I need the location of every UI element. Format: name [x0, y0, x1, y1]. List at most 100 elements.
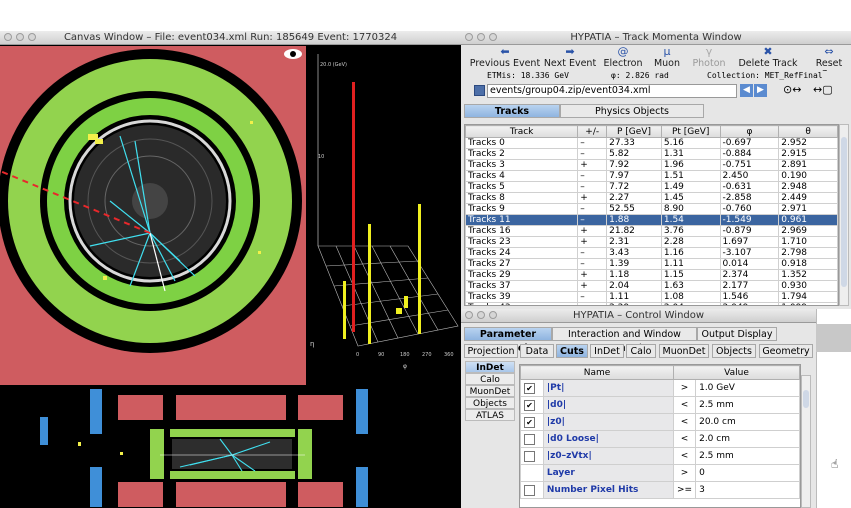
cut-checkbox[interactable] [524, 433, 535, 445]
tab-calo[interactable]: Calo [626, 344, 656, 358]
path-back-button[interactable]: ◀ [740, 84, 753, 97]
cut-value-field[interactable]: 1.0 GeV [695, 379, 800, 397]
tab-interaction-window-control[interactable]: Interaction and Window Control [552, 327, 697, 354]
table-row[interactable]: Tracks 5–7.72 1.49 -0.631 2.948 [465, 181, 838, 193]
col-track[interactable]: Track [465, 125, 579, 138]
window-controls[interactable] [4, 33, 36, 41]
cut-operator[interactable]: < [672, 396, 697, 414]
tab-output-display[interactable]: Output Display [697, 327, 777, 341]
table-row[interactable]: Tracks 16 +21.82 3.76 -0.879 2.969 [465, 225, 838, 237]
cut-operator[interactable]: < [672, 430, 697, 448]
tab-parameter-control[interactable]: Parameter Control [464, 327, 552, 354]
photon-button[interactable]: γ Photon [689, 45, 729, 71]
cuts-scrollbar[interactable] [801, 375, 811, 508]
lego-plot[interactable]: 20.0 (GeV) 10 η 0 90 180 270 360 φ [308, 46, 461, 385]
reset-button[interactable]: ⇔Reset Car [807, 45, 851, 71]
canvas-window-titlebar[interactable]: Canvas Window – File: event034.xml Run: … [0, 31, 461, 45]
side-tab-indet[interactable]: InDet [465, 361, 515, 373]
cut-value-field[interactable]: 2.5 mm [695, 396, 800, 414]
event-side-view[interactable] [0, 387, 461, 508]
tab-cuts[interactable]: Cuts [556, 344, 588, 358]
tab-data[interactable]: Data [520, 344, 554, 358]
tab-geometry[interactable]: Geometry [759, 344, 813, 358]
zoom-window-button[interactable] [489, 33, 497, 41]
zoom-window-button[interactable] [28, 33, 36, 41]
table-row[interactable]: Tracks 0–27.33 5.16 -0.697 2.952 [465, 137, 838, 149]
close-window-button[interactable] [465, 311, 473, 319]
control-window-titlebar[interactable]: HYPATIA – Control Window [461, 309, 816, 323]
path-forward-button[interactable]: ▶ [754, 84, 767, 97]
side-tab-muondet[interactable]: MuonDet [465, 385, 515, 397]
window-controls[interactable] [465, 33, 497, 41]
tab-tracks[interactable]: Tracks [464, 104, 560, 118]
col-theta[interactable]: θ [778, 125, 838, 138]
electron-button[interactable]: @ Electron [599, 45, 647, 71]
minimize-window-button[interactable] [16, 33, 24, 41]
zoom-window-button[interactable] [489, 311, 497, 319]
previous-event-button[interactable]: ⬅ Previous Event [467, 45, 543, 71]
cut-checkbox[interactable]: ✔ [524, 416, 535, 428]
table-row[interactable]: Tracks 9–52.55 8.90 -0.760 2.971 [465, 203, 838, 215]
next-event-button[interactable]: ➡ Next Event [543, 45, 597, 71]
side-tab-atlas[interactable]: ATLAS [465, 409, 515, 421]
cut-checkbox[interactable] [524, 450, 535, 462]
tab-muondet[interactable]: MuonDet [659, 344, 709, 358]
cut-value-field[interactable]: 2.5 mm [695, 447, 800, 465]
cut-operator[interactable]: >= [672, 481, 697, 499]
cut-operator[interactable]: < [672, 413, 697, 431]
table-row[interactable]: Tracks 8 +2.27 1.45 -2.858 2.449 [465, 192, 838, 204]
path-field[interactable]: events/group04.zip/event034.xml [487, 84, 737, 98]
event-end-view[interactable] [0, 46, 306, 385]
col-p[interactable]: P [GeV] [606, 125, 662, 138]
table-row[interactable]: Tracks 24–3.43 1.16 -3.107 2.798 [465, 247, 838, 259]
table-row[interactable]: Tracks 23 +2.31 2.28 1.697 1.710 [465, 236, 838, 248]
col-charge[interactable]: +/- [577, 125, 608, 138]
cut-operator[interactable]: > [672, 464, 697, 482]
tracks-scrollbar[interactable] [839, 124, 849, 306]
col-value[interactable]: Value [673, 365, 800, 380]
cut-operator[interactable]: < [672, 447, 697, 465]
table-row[interactable]: Tracks 3 +7.92 1.96 -0.751 2.891 [465, 159, 838, 171]
tab-projection[interactable]: Projection [464, 344, 518, 358]
calo-deposit [95, 139, 103, 144]
table-cell: – [577, 181, 608, 193]
delete-track-button[interactable]: ✖ Delete Track [737, 45, 799, 71]
cut-checkbox[interactable]: ✔ [524, 399, 535, 411]
table-row[interactable]: Tracks 2–5.82 1.31 -0.884 2.915 [465, 148, 838, 160]
table-row[interactable]: Tracks 4–7.97 1.51 2.450 0.190 [465, 170, 838, 182]
minimize-window-button[interactable] [477, 311, 485, 319]
col-phi[interactable]: φ [719, 125, 780, 138]
zoom-tool-icon[interactable]: ⊙↔ [783, 83, 801, 96]
muon-button[interactable]: μ Muon [649, 45, 685, 71]
cut-checkbox[interactable] [524, 484, 535, 496]
window-controls[interactable] [465, 311, 497, 319]
minimize-window-button[interactable] [477, 33, 485, 41]
col-pt[interactable]: Pt [GeV] [660, 125, 721, 138]
cut-value-field[interactable]: 3 [695, 481, 800, 499]
table-row[interactable]: Tracks 43–2.292.042.0491.099 [465, 302, 838, 305]
table-row[interactable]: Tracks 27–1.39 1.11 0.014 0.918 [465, 258, 838, 270]
col-name[interactable]: Name [520, 365, 674, 380]
side-tab-objects[interactable]: Objects [465, 397, 515, 409]
track-window-titlebar[interactable]: HYPATIA – Track Momenta Window [461, 31, 851, 45]
table-row[interactable]: Tracks 29 +1.18 1.15 2.374 1.352 [465, 269, 838, 281]
cut-value-field[interactable]: 2.0 cm [695, 430, 800, 448]
table-row[interactable]: Tracks 37 +2.04 1.63 2.177 0.930 [465, 280, 838, 292]
fit-tool-icon[interactable]: ↔▢ [813, 83, 833, 96]
tab-indet[interactable]: InDet [590, 344, 624, 358]
cut-value-field[interactable]: 20.0 cm [695, 413, 800, 431]
tab-physics-objects[interactable]: Physics Objects [560, 104, 704, 118]
table-row[interactable]: Tracks 11–1.88 1.54 -1.549 0.961 [465, 214, 838, 226]
save-icon[interactable] [474, 85, 485, 96]
close-window-button[interactable] [4, 33, 12, 41]
cut-checkbox[interactable]: ✔ [524, 382, 535, 394]
cut-operator[interactable]: > [672, 379, 697, 397]
tab-objects[interactable]: Objects [712, 344, 756, 358]
arrow-right-icon: ➡ [565, 45, 575, 58]
table-row[interactable]: Tracks 39–1.11 1.08 1.546 1.794 [465, 291, 838, 303]
side-tab-calo[interactable]: Calo [465, 373, 515, 385]
close-window-button[interactable] [465, 33, 473, 41]
tracks-scroll-thumb[interactable] [841, 137, 847, 287]
cut-value-field[interactable]: 0 [695, 464, 800, 482]
cuts-scroll-thumb[interactable] [803, 390, 809, 408]
